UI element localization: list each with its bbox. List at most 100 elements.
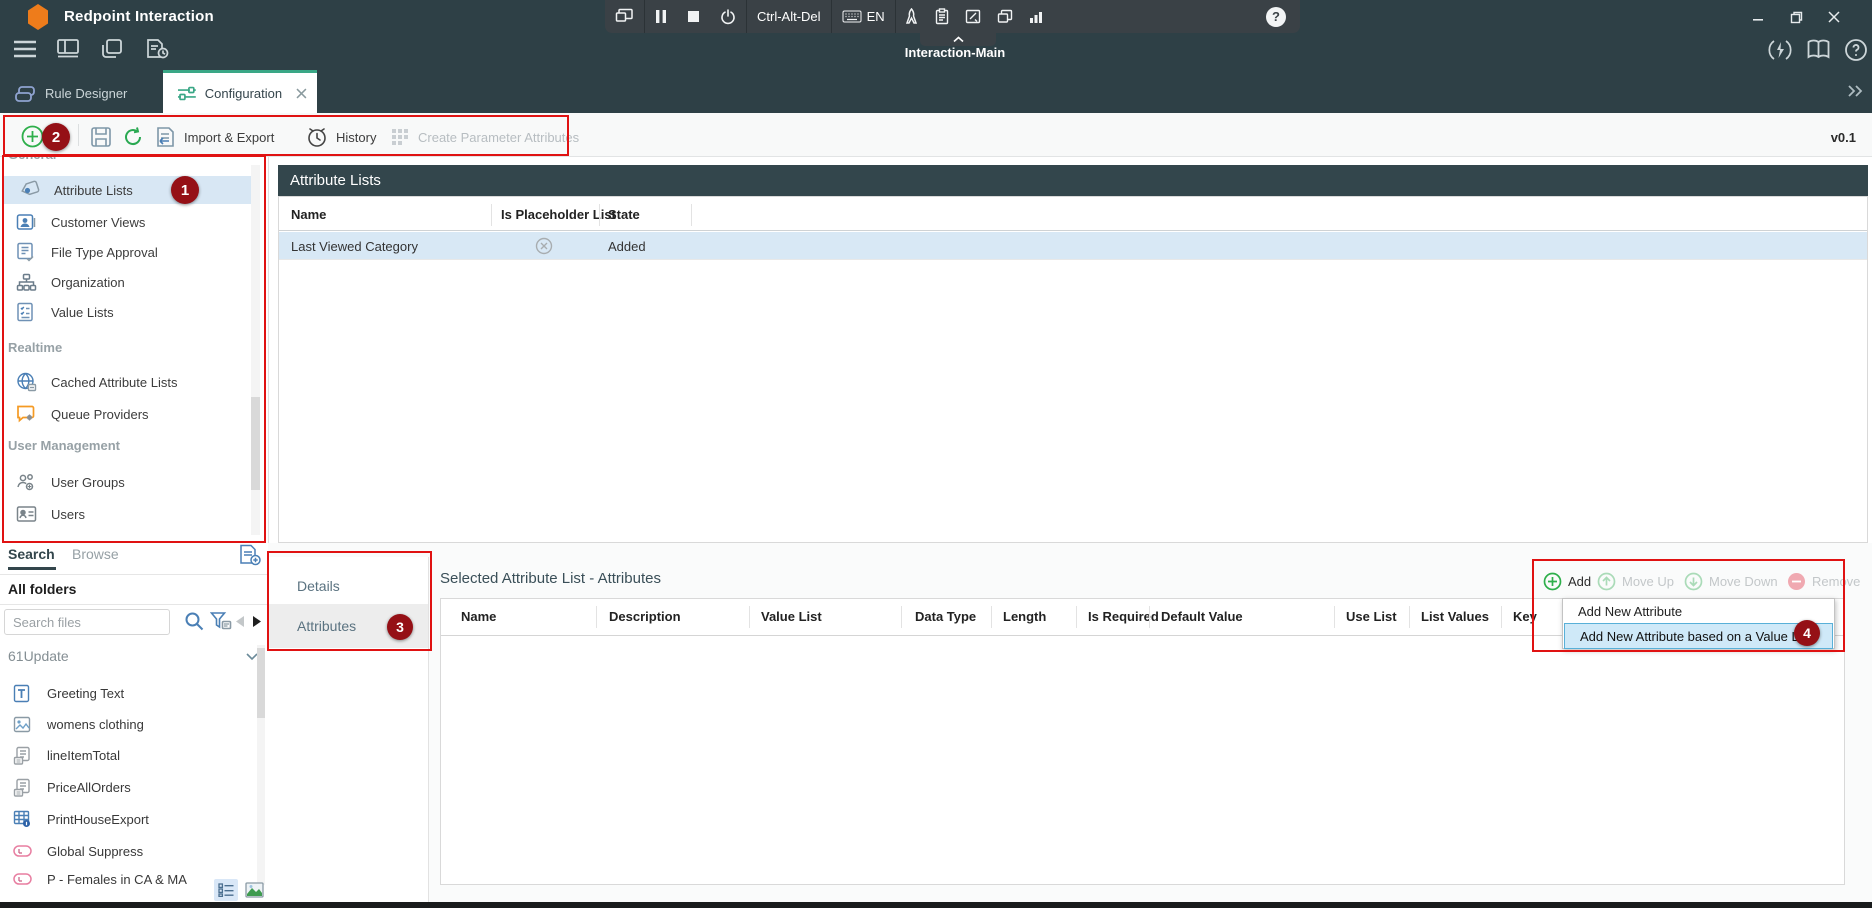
column-header[interactable]: Length (1003, 609, 1046, 624)
queue-chat-icon (16, 404, 38, 424)
file-item-womens-clothing[interactable]: womens clothing (0, 711, 250, 737)
files-scrollbar-thumb[interactable] (257, 648, 265, 718)
column-header[interactable]: Key (1513, 609, 1537, 624)
ctrl-alt-del-button[interactable]: Ctrl-Alt-Del (747, 0, 831, 33)
new-document-button[interactable] (238, 544, 261, 566)
hamburger-menu-button[interactable] (12, 39, 38, 59)
monitor-icon[interactable] (605, 0, 644, 33)
add-button[interactable]: Add (1543, 569, 1591, 593)
file-item-greeting-text[interactable]: Greeting Text (0, 680, 250, 706)
search-files-box[interactable] (4, 609, 170, 635)
keyboard-language-button[interactable]: EN (832, 0, 895, 33)
image-view-button[interactable] (242, 879, 266, 901)
help-docs-button[interactable] (1844, 38, 1868, 62)
sidebar-item-user-groups[interactable]: User Groups (0, 468, 250, 496)
run-search-button[interactable] (184, 611, 205, 632)
edit-screen-icon[interactable] (957, 0, 989, 33)
tab-browse[interactable]: Browse (72, 546, 119, 562)
chevron-up-icon (953, 36, 964, 43)
nav-scrollbar-thumb[interactable] (251, 397, 260, 490)
keyboard-icon (842, 10, 862, 23)
cell-name: Last Viewed Category (291, 239, 418, 254)
column-header[interactable]: List Values (1421, 609, 1489, 624)
sidebar-item-customer-views[interactable]: Customer Views (0, 208, 250, 236)
create-parameter-attributes-button[interactable]: Create Parameter Attributes (390, 123, 579, 151)
page-next-button[interactable] (251, 615, 263, 628)
power-icon[interactable] (710, 0, 746, 33)
sidebar-item-cached-attribute-lists[interactable]: Cached Attribute Lists (0, 368, 250, 396)
column-header[interactable]: Name (291, 207, 326, 222)
sidebar-item-label: Attribute Lists (54, 183, 133, 198)
tools-icon[interactable] (896, 0, 927, 33)
book-icon (1806, 39, 1831, 60)
clipboard-icon[interactable] (927, 0, 957, 33)
sidebar-item-organization[interactable]: Organization (0, 268, 250, 296)
tab-search[interactable]: Search (8, 546, 55, 562)
windows-icon[interactable] (989, 0, 1021, 33)
sidebar-item-file-type-approval[interactable]: File Type Approval (0, 238, 250, 266)
move-up-button[interactable]: Move Up (1597, 569, 1674, 593)
add-attribute-list-button[interactable] (21, 125, 44, 148)
close-tab-icon[interactable] (296, 88, 307, 99)
minimize-button[interactable] (1743, 4, 1773, 30)
column-header[interactable]: Description (609, 609, 681, 624)
help-button[interactable]: ? (1256, 0, 1300, 33)
file-item-p-females[interactable]: P - Females in CA & MA (0, 866, 250, 892)
column-header[interactable]: Use List (1346, 609, 1397, 624)
tab-configuration[interactable]: Configuration (163, 70, 317, 113)
remote-control-toolbar: Ctrl-Alt-Del EN ? (605, 0, 1300, 33)
api-status-button[interactable] (1768, 38, 1792, 62)
remove-button[interactable]: Remove (1787, 569, 1860, 593)
tab-details[interactable]: Details (269, 568, 428, 604)
segment-tag-icon (13, 872, 32, 886)
layout-button[interactable] (56, 38, 80, 60)
tab-rule-designer[interactable]: Rule Designer (14, 74, 127, 113)
history-button[interactable]: History (306, 123, 376, 151)
move-down-button[interactable]: Move Down (1684, 569, 1778, 593)
import-export-button[interactable]: Import & Export (155, 123, 274, 151)
menu-item-add-new-attribute[interactable]: Add New Attribute (1563, 599, 1834, 624)
sidebar-item-queue-providers[interactable]: Queue Providers (0, 400, 250, 428)
refresh-button[interactable] (122, 126, 144, 148)
search-icon (184, 611, 205, 632)
document-plus-icon (238, 544, 261, 566)
sidebar-item-value-lists[interactable]: Value Lists (0, 298, 250, 326)
column-header[interactable]: Name (461, 609, 496, 624)
tab-label: Configuration (205, 86, 282, 101)
stop-icon[interactable] (677, 0, 710, 33)
column-header[interactable]: Data Type (915, 609, 976, 624)
menu-item-add-new-attribute-value-list[interactable]: Add New Attribute based on a Value List (1565, 624, 1832, 648)
list-view-button[interactable] (214, 879, 238, 901)
file-item-lineitemtotal[interactable]: lineItemTotal (0, 742, 250, 768)
page-previous-button[interactable] (234, 615, 246, 628)
sidebar-item-label: Users (51, 507, 85, 522)
file-item-global-suppress[interactable]: Global Suppress (0, 838, 250, 864)
pages-button[interactable] (100, 38, 124, 60)
expand-tabs-button[interactable] (1846, 84, 1864, 98)
move-up-icon (1597, 572, 1616, 591)
document-history-button[interactable] (144, 38, 170, 60)
filter-button[interactable] (210, 611, 232, 632)
column-header[interactable]: State (608, 207, 640, 222)
sidebar-item-label: File Type Approval (51, 245, 158, 260)
config-nav-panel: General Attribute Lists Customer Views F… (0, 157, 268, 543)
sidebar-item-users[interactable]: Users (0, 500, 250, 528)
column-header[interactable]: Default Value (1161, 609, 1243, 624)
documentation-button[interactable] (1806, 39, 1831, 60)
search-files-input[interactable] (5, 615, 193, 630)
filter-icon (210, 611, 232, 632)
table-row-last-viewed-category[interactable]: Last Viewed Category Added (279, 232, 1867, 260)
bar-chart-icon[interactable] (1021, 0, 1051, 33)
sidebar-item-attribute-lists[interactable]: Attribute Lists (3, 176, 253, 204)
file-item-label: P - Females in CA & MA (47, 872, 187, 887)
annotation-badge-1: 1 (171, 176, 199, 204)
file-item-printhouseexport[interactable]: PrintHouseExport (0, 806, 250, 832)
restore-button[interactable] (1781, 4, 1811, 30)
close-button[interactable] (1819, 4, 1849, 30)
column-header[interactable]: Value List (761, 609, 822, 624)
folder-group-label[interactable]: 61Update (8, 648, 69, 664)
file-item-priceallorders[interactable]: PriceAllOrders (0, 774, 250, 800)
save-button[interactable] (90, 126, 112, 148)
pause-icon[interactable] (645, 0, 677, 33)
attribute-lists-header-label: Attribute Lists (290, 172, 381, 189)
